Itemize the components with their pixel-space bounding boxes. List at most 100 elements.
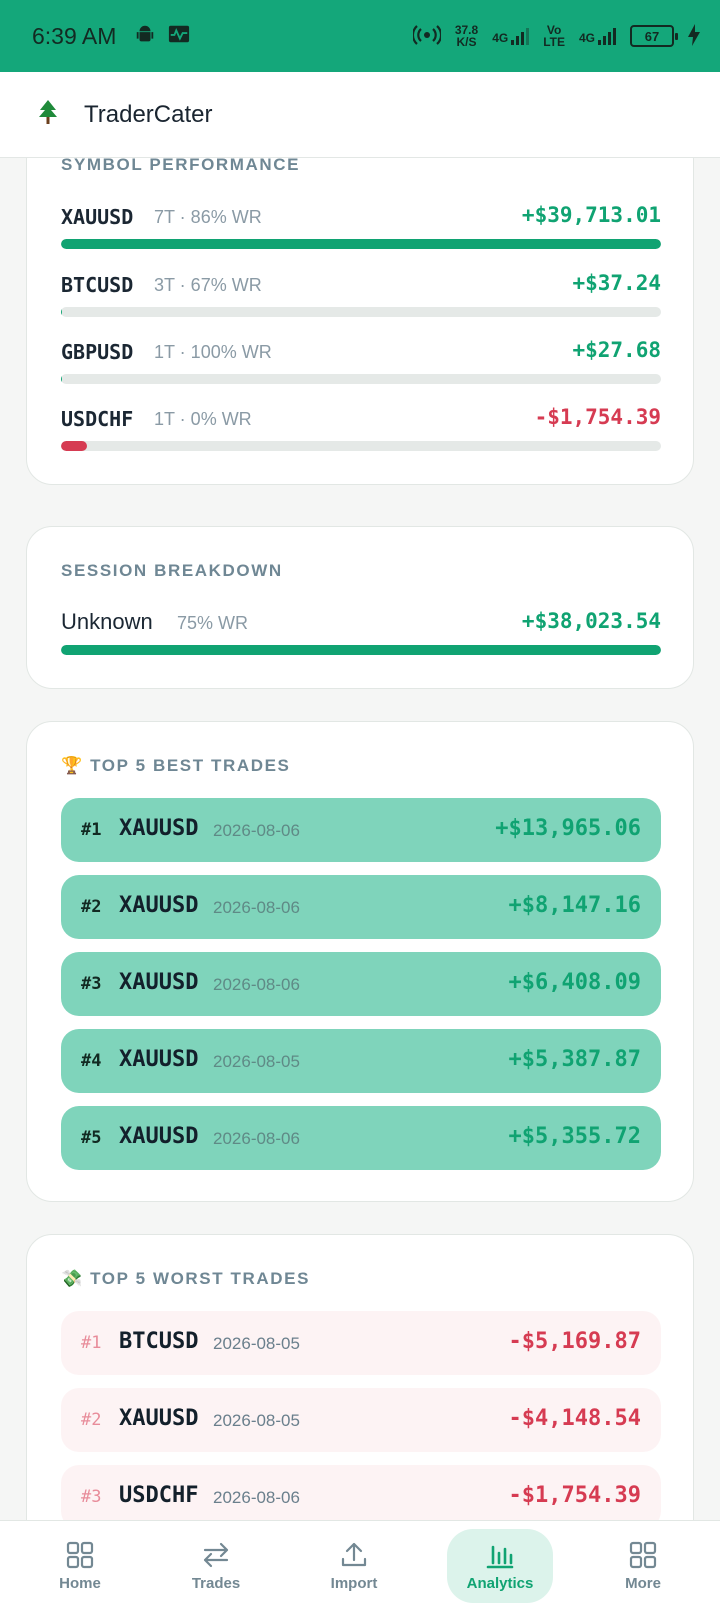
performance-bar-fill <box>61 307 63 317</box>
trade-date: 2026-08-05 <box>213 1334 300 1353</box>
symbol-meta: 3T · 67% WR <box>154 275 262 295</box>
swap-arrows-icon <box>203 1542 229 1567</box>
symbol-name: BTCUSD <box>61 273 134 297</box>
symbol-row[interactable]: USDCHF 1T · 0% WR -$1,754.39 <box>61 405 661 457</box>
volte-bottom: LTE <box>543 35 565 49</box>
nav-label: More <box>625 1574 661 1592</box>
nav-label: Import <box>330 1574 378 1592</box>
speed-unit: K/S <box>456 35 477 49</box>
trade-date: 2026-08-06 <box>213 821 300 840</box>
trade-symbol: XAUUSD <box>119 1047 199 1072</box>
trade-date: 2026-08-06 <box>213 1488 300 1507</box>
status-time: 6:39 AM <box>32 22 117 49</box>
performance-bar <box>61 441 661 451</box>
trade-date: 2026-08-06 <box>213 975 300 994</box>
trade-rank: #5 <box>81 1128 102 1148</box>
symbol-row[interactable]: XAUUSD 7T · 86% WR +$39,713.01 <box>61 203 661 255</box>
symbol-row[interactable]: GBPUSD 1T · 100% WR +$27.68 <box>61 338 661 390</box>
net2-label: 4G <box>578 31 595 45</box>
best-trade-row[interactable]: #1 XAUUSD 2026-08-06 +$13,965.06 <box>61 798 661 862</box>
trade-date: 2026-08-05 <box>213 1411 300 1430</box>
performance-bar <box>61 307 661 317</box>
trade-pnl: -$5,169.87 <box>508 1329 641 1354</box>
nav-analytics[interactable]: Analytics <box>447 1529 553 1603</box>
nav-home[interactable]: Home <box>25 1529 135 1603</box>
signal-1: 4G <box>492 27 530 45</box>
symbol-pnl: +$37.24 <box>572 271 661 295</box>
performance-bar <box>61 239 661 249</box>
trade-date: 2026-08-06 <box>213 1129 300 1148</box>
trade-pnl: +$6,408.09 <box>508 970 641 995</box>
section-label: 🏆 TOP 5 BEST TRADES <box>61 756 291 776</box>
nav-import[interactable]: Import <box>299 1529 409 1603</box>
section-label: SESSION BREAKDOWN <box>61 561 283 580</box>
trade-symbol: XAUUSD <box>119 893 199 918</box>
worst-trade-row[interactable]: #3 USDCHF 2026-08-06 -$1,754.39 <box>61 1465 661 1520</box>
analytics-content[interactable]: SYMBOL PERFORMANCE XAUUSD 7T · 86% WR +$… <box>0 158 720 1520</box>
best-trade-row[interactable]: #4 XAUUSD 2026-08-05 +$5,387.87 <box>61 1029 661 1093</box>
worst-trade-row[interactable]: #2 XAUUSD 2026-08-05 -$4,148.54 <box>61 1388 661 1452</box>
trophy-icon: 🏆 <box>61 756 84 775</box>
trade-rank: #2 <box>81 897 102 917</box>
charging-icon <box>688 23 700 49</box>
trade-pnl: +$13,965.06 <box>495 816 641 841</box>
section-label: 💸 TOP 5 WORST TRADES <box>61 1269 310 1289</box>
trade-rank: #4 <box>81 1051 102 1071</box>
hotspot-icon <box>411 24 442 49</box>
session-pnl: +$38,023.54 <box>521 609 661 633</box>
battery-icon: 67 <box>630 25 678 47</box>
trade-symbol: BTCUSD <box>119 1329 199 1354</box>
signal-bars-icon <box>511 27 530 45</box>
worst-trades-card: 💸 TOP 5 WORST TRADES #1 BTCUSD 2026-08-0… <box>26 1234 694 1520</box>
symbol-name: XAUUSD <box>61 205 134 229</box>
symbol-name: GBPUSD <box>61 340 134 364</box>
session-row[interactable]: Unknown 75% WR +$38,023.54 <box>61 609 661 661</box>
trade-pnl: +$5,355.72 <box>508 1124 641 1149</box>
symbol-meta: 7T · 86% WR <box>154 207 262 227</box>
trade-rank: #1 <box>81 1333 102 1353</box>
worst-trade-row[interactable]: #1 BTCUSD 2026-08-05 -$5,169.87 <box>61 1311 661 1375</box>
symbol-row[interactable]: BTCUSD 3T · 67% WR +$37.24 <box>61 271 661 323</box>
nav-label: Analytics <box>466 1574 534 1592</box>
session-meta: 75% WR <box>177 613 249 633</box>
money-wings-icon: 💸 <box>61 1269 84 1288</box>
nav-label: Trades <box>191 1574 241 1592</box>
trade-rank: #3 <box>81 974 102 994</box>
volte-badge: Vo LTE <box>543 24 565 48</box>
trade-pnl: +$5,387.87 <box>508 1047 641 1072</box>
grid-icon <box>66 1541 94 1568</box>
tree-icon <box>36 99 60 130</box>
best-trade-row[interactable]: #2 XAUUSD 2026-08-06 +$8,147.16 <box>61 875 661 939</box>
session-bar <box>61 645 661 655</box>
trade-symbol: XAUUSD <box>119 816 199 841</box>
trade-rank: #3 <box>81 1487 102 1507</box>
section-title: TOP 5 WORST TRADES <box>90 1269 311 1288</box>
trade-date: 2026-08-06 <box>213 898 300 917</box>
section-label: SYMBOL PERFORMANCE <box>61 158 301 174</box>
symbol-meta: 1T · 100% WR <box>154 342 272 362</box>
bottom-nav: Home Trades Import Analytics More <box>0 1520 720 1612</box>
best-trade-row[interactable]: #3 XAUUSD 2026-08-06 +$6,408.09 <box>61 952 661 1016</box>
symbol-meta: 1T · 0% WR <box>154 409 252 429</box>
performance-bar <box>61 374 661 384</box>
bar-chart-icon <box>486 1545 514 1568</box>
session-bar-fill <box>61 645 661 655</box>
symbol-performance-card: SYMBOL PERFORMANCE XAUUSD 7T · 86% WR +$… <box>26 158 694 485</box>
nav-more[interactable]: More <box>588 1529 698 1603</box>
section-title: TOP 5 BEST TRADES <box>90 756 291 775</box>
performance-bar-fill <box>61 374 63 384</box>
symbol-name: USDCHF <box>61 407 134 431</box>
trade-symbol: XAUUSD <box>119 1124 199 1149</box>
symbol-pnl: +$39,713.01 <box>521 203 661 227</box>
android-icon <box>134 23 156 50</box>
status-bar: 6:39 AM 37.8 K/S 4G Vo LTE 4G 67 <box>0 0 720 72</box>
trade-pnl: -$1,754.39 <box>508 1483 641 1508</box>
performance-bar-fill <box>61 239 661 249</box>
net1-label: 4G <box>492 31 509 45</box>
app-title: TraderCater <box>84 100 213 128</box>
nav-trades[interactable]: Trades <box>161 1529 271 1603</box>
trade-pnl: +$8,147.16 <box>508 893 641 918</box>
app-header: TraderCater <box>0 72 720 158</box>
best-trade-row[interactable]: #5 XAUUSD 2026-08-06 +$5,355.72 <box>61 1106 661 1170</box>
signal-2: 4G <box>579 27 616 45</box>
